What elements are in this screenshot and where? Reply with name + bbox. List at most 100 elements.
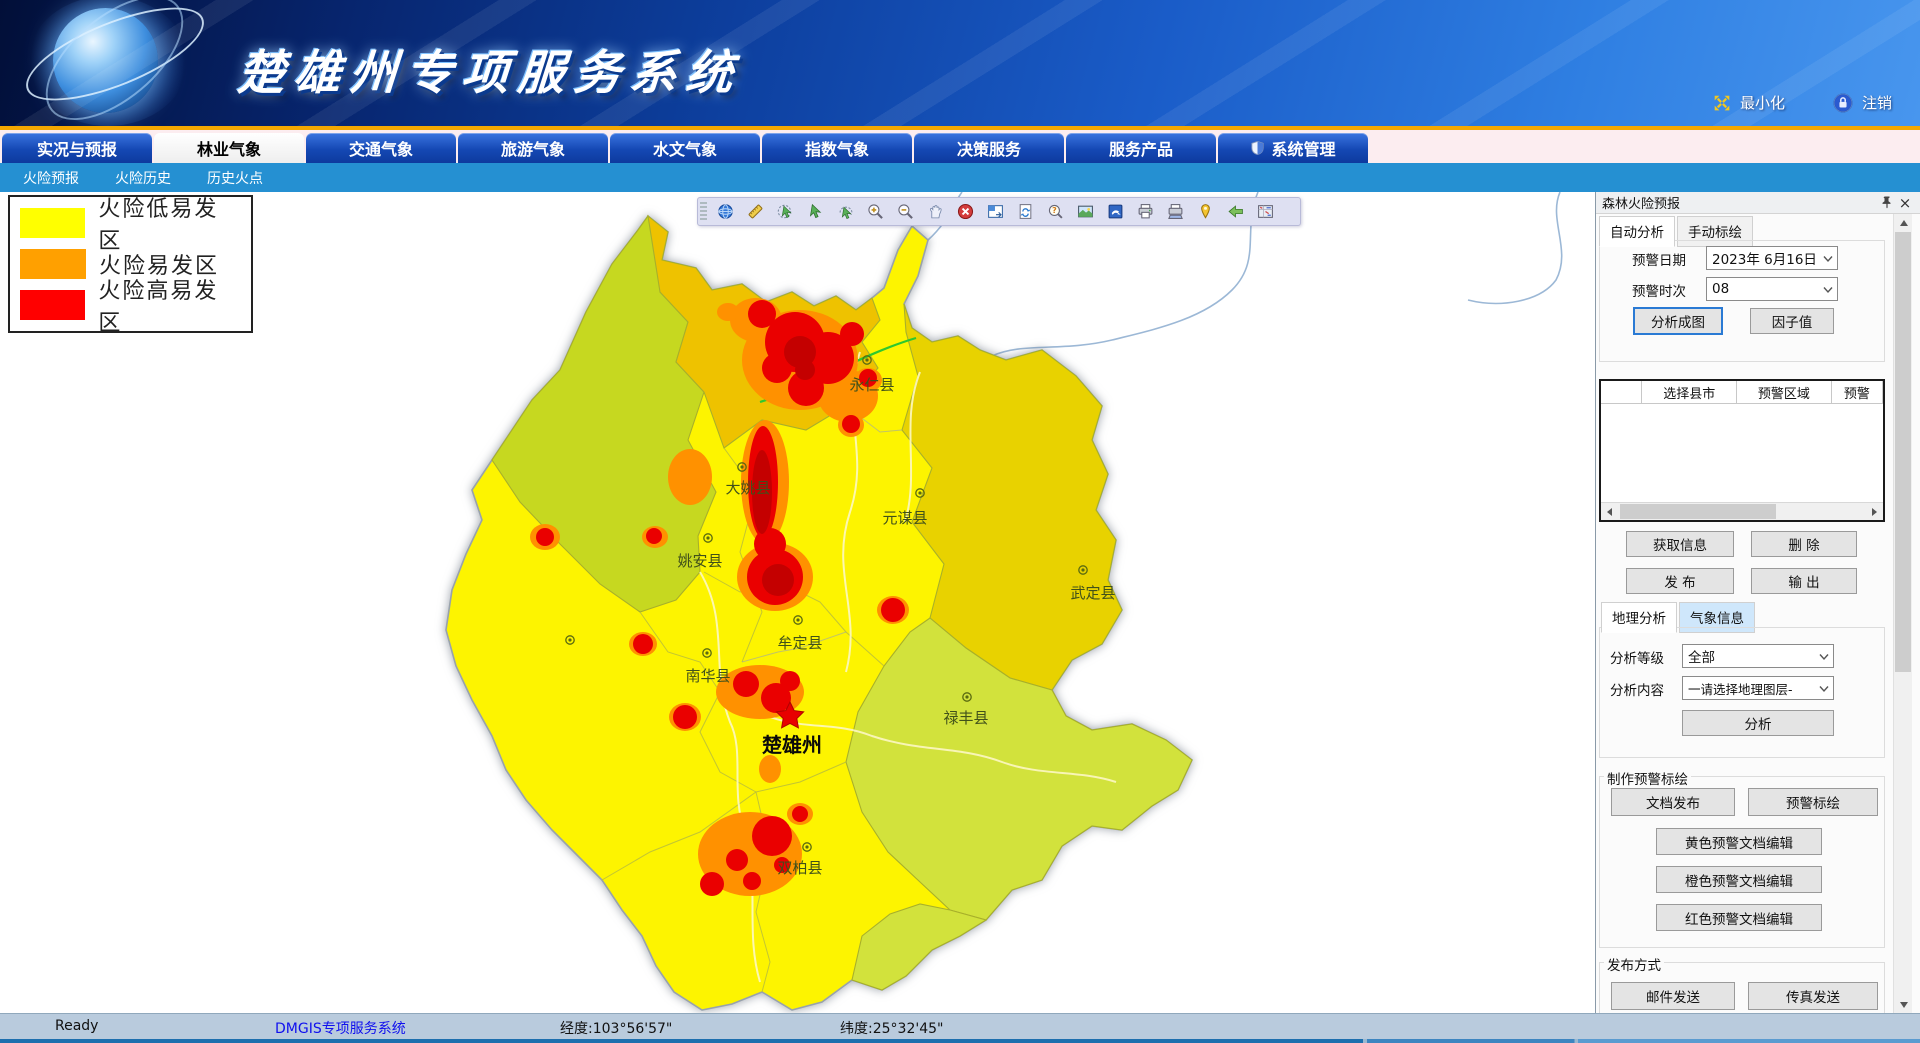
window-extent-icon[interactable]	[980, 200, 1010, 224]
scroll-down-icon[interactable]	[1894, 996, 1913, 1013]
tab-决策服务[interactable]: 决策服务	[914, 133, 1064, 163]
table-header-col[interactable]	[1601, 381, 1642, 403]
warn-time-combo[interactable]: 08	[1706, 277, 1838, 301]
fax-send-button[interactable]: 传真发送	[1748, 982, 1878, 1010]
tab-交通气象[interactable]: 交通气象	[306, 133, 456, 163]
subnav-item-火险预报[interactable]: 火险预报	[23, 168, 79, 188]
image-export-icon[interactable]	[1070, 200, 1100, 224]
subnav: 火险预报 火险历史 历史火点	[0, 163, 1920, 192]
map-label-双柏县: 双柏县	[777, 859, 822, 877]
tab-实况与预报[interactable]: 实况与预报	[2, 133, 152, 163]
print-setup-icon[interactable]	[1160, 200, 1190, 224]
doc-publish-button[interactable]: 文档发布	[1611, 788, 1735, 816]
subnav-item-火险历史[interactable]: 火险历史	[115, 168, 171, 188]
pin-icon[interactable]	[1878, 195, 1896, 211]
identify-icon[interactable]: ?	[1040, 200, 1070, 224]
stop-icon[interactable]	[950, 200, 980, 224]
warning-table[interactable]: 选择县市预警区域预警	[1599, 379, 1885, 522]
legend-label: 火险高易发区	[98, 273, 241, 337]
measure-ruler-icon[interactable]	[740, 200, 770, 224]
main-tabs: 实况与预报 林业气象 交通气象 旅游气象 水文气象 指数气象 决策服务 服务产品 系统管理	[0, 130, 1920, 163]
refresh-page-icon[interactable]	[1010, 200, 1040, 224]
scroll-up-icon[interactable]	[1894, 214, 1913, 231]
banner: 楚雄州专项服务系统 最小化 注销	[0, 0, 1920, 126]
bottom-divider	[0, 1039, 1920, 1043]
globe-icon[interactable]	[710, 200, 740, 224]
map-canvas[interactable]: 永仁县元谋县武定县大姚县姚安县南华县牟定县禄丰县楚雄州双柏县 火险低易发区火险易…	[0, 192, 1596, 1013]
pan-hand-icon[interactable]	[920, 200, 950, 224]
zoom-in-icon[interactable]	[860, 200, 890, 224]
previous-view-icon[interactable]	[1220, 200, 1250, 224]
scroll-right-icon[interactable]	[1866, 503, 1883, 520]
tab-auto-analysis[interactable]: 自动分析	[1599, 216, 1675, 247]
export-button[interactable]: 输 出	[1751, 568, 1857, 594]
tab-旅游气象[interactable]: 旅游气象	[458, 133, 608, 163]
tab-指数气象[interactable]: 指数气象	[762, 133, 912, 163]
map-output-icon[interactable]	[1250, 200, 1280, 224]
tab-label: 水文气象	[653, 136, 717, 160]
analysis-content-combo[interactable]: 一请选择地理图层-	[1682, 676, 1834, 700]
analyze-map-button[interactable]: 分析成图	[1634, 308, 1722, 334]
toolbar-grip[interactable]	[700, 202, 707, 222]
email-send-button[interactable]: 邮件发送	[1611, 982, 1735, 1010]
table-hscrollbar[interactable]	[1601, 502, 1883, 520]
table-header-col[interactable]: 选择县市	[1642, 381, 1737, 403]
status-system-link[interactable]: DMGIS专项服务系统	[275, 1018, 406, 1038]
close-icon[interactable]: ×	[1896, 195, 1914, 211]
publish-button[interactable]: 发 布	[1626, 568, 1734, 594]
minimize-button[interactable]: 最小化	[1713, 92, 1785, 113]
minimize-icon	[1713, 94, 1731, 112]
tab-geo-analysis[interactable]: 地理分析	[1601, 602, 1677, 633]
tab-label: 服务产品	[1109, 136, 1173, 160]
marker-pin-icon[interactable]	[1190, 200, 1220, 224]
map-label-元谋县: 元谋县	[882, 509, 927, 527]
subnav-item-历史火点[interactable]: 历史火点	[207, 168, 263, 188]
save-view-icon[interactable]	[1100, 200, 1130, 224]
warn-date-combo[interactable]: 2023年 6月16日	[1706, 246, 1838, 270]
tab-水文气象[interactable]: 水文气象	[610, 133, 760, 163]
table-header-col[interactable]: 预警区域	[1737, 381, 1832, 403]
tab-林业气象[interactable]: 林业气象	[154, 133, 304, 163]
print-icon[interactable]	[1130, 200, 1160, 224]
application-window: 楚雄州专项服务系统 最小化 注销 实况与预报林业气象交通气象旅	[0, 0, 1920, 1043]
vscroll-thumb[interactable]	[1895, 232, 1911, 672]
tab-label: 交通气象	[349, 136, 413, 160]
select-arrow-icon[interactable]	[800, 200, 830, 224]
analysis-level-combo[interactable]: 全部	[1682, 644, 1834, 668]
legend-swatch	[20, 290, 85, 320]
panel-titlebar: 森林火险预报 ×	[1596, 192, 1920, 214]
panel-vscrollbar[interactable]	[1893, 214, 1912, 1013]
logout-button[interactable]: 注销	[1833, 92, 1892, 113]
map-label-姚安县: 姚安县	[677, 552, 722, 570]
forest-fire-panel: 森林火险预报 × 自动分析 手动标绘 预警日期 2023年 6月16日 预警时	[1596, 192, 1920, 1013]
tab-服务产品[interactable]: 服务产品	[1066, 133, 1216, 163]
yellow-warning-edit-button[interactable]: 黄色预警文档编辑	[1656, 828, 1822, 855]
analyze-button[interactable]: 分析	[1682, 710, 1834, 736]
map-label-牟定县: 牟定县	[777, 634, 822, 652]
tab-label: 实况与预报	[37, 136, 117, 160]
shield-icon	[1250, 140, 1265, 156]
scroll-left-icon[interactable]	[1601, 503, 1618, 520]
app-title: 楚雄州专项服务系统	[236, 34, 745, 103]
analysis-level-label: 分析等级	[1610, 647, 1664, 667]
select-lasso-icon[interactable]	[830, 200, 860, 224]
hscroll-thumb[interactable]	[1620, 504, 1776, 519]
status-bar: Ready DMGIS专项服务系统 经度:103°56'57" 纬度:25°32…	[0, 1013, 1920, 1039]
zoom-out-icon[interactable]	[890, 200, 920, 224]
table-header-col[interactable]: 预警	[1832, 381, 1883, 403]
globe-logo	[18, 0, 218, 126]
orange-warning-edit-button[interactable]: 橙色预警文档编辑	[1656, 866, 1822, 893]
legend-swatch	[20, 249, 86, 279]
red-warning-edit-button[interactable]: 红色预警文档编辑	[1656, 904, 1822, 931]
factor-value-button[interactable]: 因子值	[1750, 308, 1834, 334]
delete-button[interactable]: 删 除	[1751, 531, 1857, 557]
get-info-button[interactable]: 获取信息	[1626, 531, 1734, 557]
panel-title: 森林火险预报	[1602, 193, 1680, 212]
tab-系统管理[interactable]: 系统管理	[1218, 133, 1368, 163]
select-circle-icon[interactable]	[770, 200, 800, 224]
tab-label: 指数气象	[805, 136, 869, 160]
tab-label: 林业气象	[197, 136, 261, 160]
warning-table-header: 选择县市预警区域预警	[1601, 381, 1883, 404]
warn-plot-button[interactable]: 预警标绘	[1748, 788, 1878, 816]
warn-time-label: 预警时次	[1632, 280, 1686, 300]
